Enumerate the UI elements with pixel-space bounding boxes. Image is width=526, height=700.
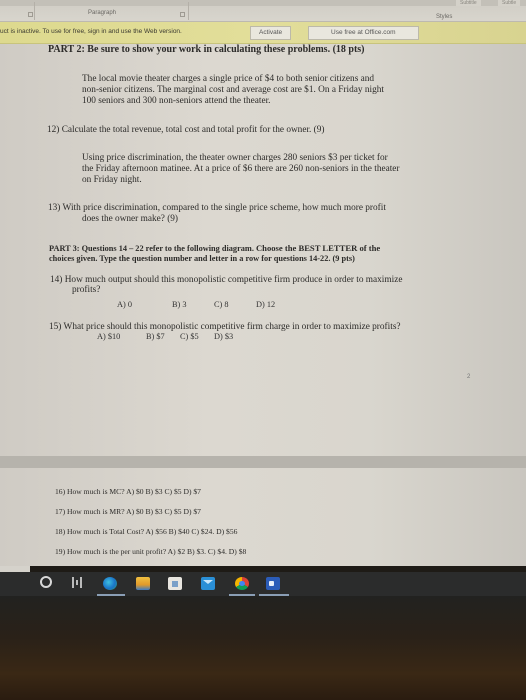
mail-icon[interactable] bbox=[201, 577, 215, 590]
store-icon[interactable] bbox=[168, 577, 182, 590]
task-view-icon[interactable] bbox=[72, 577, 82, 588]
question-13: 13) With price discrimination, compared … bbox=[48, 203, 386, 213]
word-icon[interactable] bbox=[266, 577, 280, 590]
mail-envelope bbox=[203, 580, 213, 584]
q14-option-d: D) 12 bbox=[256, 300, 276, 309]
question-12: 12) Calculate the total revenue, total c… bbox=[47, 125, 325, 135]
edge-icon[interactable] bbox=[103, 577, 117, 590]
style-subtle[interactable]: Subtle bbox=[498, 0, 521, 6]
ribbon-top-strip bbox=[0, 0, 526, 6]
question-13-cont: does the owner make? (9) bbox=[82, 214, 179, 224]
question-14: 14) How much output should this monopoli… bbox=[50, 275, 403, 285]
scenario2-line: Using price discrimination, the theater … bbox=[82, 153, 388, 163]
paragraph-group-label: Paragraph bbox=[88, 10, 117, 16]
part3-label: PART 3: Questions 14 – 22 refer to the f… bbox=[49, 244, 256, 253]
scenario1-line: The local movie theater charges a single… bbox=[82, 74, 375, 84]
chrome-center bbox=[239, 581, 245, 586]
question-15: 15) What price should this monopolistic … bbox=[49, 322, 401, 332]
part2-heading: PART 2: Be sure to show your work in cal… bbox=[48, 44, 365, 55]
part3-emphasis: Choose the BEST LETTER of the bbox=[255, 243, 381, 253]
question-16: 16) How much is MC? A) $0 B) $3 C) $5 D)… bbox=[55, 487, 201, 496]
q15-option-d: D) $3 bbox=[214, 332, 234, 341]
q14-option-a: A) 0 bbox=[117, 300, 132, 309]
q14-option-b: B) 3 bbox=[172, 300, 187, 309]
part3-instructions-cont: choices given. Type the question number … bbox=[49, 254, 355, 263]
chrome-icon[interactable] bbox=[235, 577, 249, 590]
page-break bbox=[0, 456, 526, 468]
page-number: 2 bbox=[467, 374, 471, 380]
font-group-expander[interactable] bbox=[28, 12, 33, 17]
inactive-message: uct is inactive. To use for free, sign i… bbox=[0, 28, 182, 35]
paragraph-group-expander[interactable] bbox=[180, 12, 185, 17]
question-18: 18) How much is Total Cost? A) $56 B) $4… bbox=[55, 527, 238, 536]
product-inactive-bar: uct is inactive. To use for free, sign i… bbox=[0, 22, 526, 44]
activate-button[interactable]: Activate bbox=[250, 26, 292, 40]
q14-option-c: C) 8 bbox=[214, 300, 229, 309]
ribbon-separator bbox=[34, 2, 35, 20]
q15-option-b: B) $7 bbox=[146, 332, 165, 341]
part3-instructions: PART 3: Questions 14 – 22 refer to the f… bbox=[49, 243, 380, 253]
cortana-icon[interactable] bbox=[40, 576, 52, 588]
question-14-cont: profits? bbox=[72, 285, 101, 295]
styles-group-label: Styles bbox=[436, 14, 453, 20]
ribbon: Paragraph Subtitle Subtle Styles bbox=[0, 0, 526, 22]
scenario2-line: the Friday afternoon matinee. At a price… bbox=[82, 164, 400, 174]
scenario2-line: on Friday night. bbox=[82, 175, 142, 185]
task-view-icon-bar bbox=[76, 580, 78, 585]
question-19: 19) How much is the per unit profit? A) … bbox=[55, 547, 247, 556]
desk-background bbox=[0, 596, 526, 700]
use-free-office-button[interactable]: Use free at Office.com bbox=[308, 26, 419, 40]
document-page[interactable]: PART 2: Be sure to show your work in cal… bbox=[0, 44, 526, 566]
question-17: 17) How much is MR? A) $0 B) $3 C) $5 D)… bbox=[55, 507, 201, 516]
word-glyph bbox=[269, 581, 274, 586]
scenario1-line: non-senior citizens. The marginal cost a… bbox=[82, 85, 384, 95]
q15-option-c: C) $5 bbox=[180, 332, 199, 341]
style-subtitle[interactable]: Subtitle bbox=[456, 0, 481, 6]
ribbon-separator bbox=[188, 2, 189, 20]
q15-option-a: A) $10 bbox=[97, 332, 121, 341]
scenario1-line: 100 seniors and 300 non-seniors attend t… bbox=[82, 96, 271, 106]
file-explorer-icon[interactable] bbox=[136, 577, 150, 590]
store-icon-glyph bbox=[172, 581, 178, 587]
